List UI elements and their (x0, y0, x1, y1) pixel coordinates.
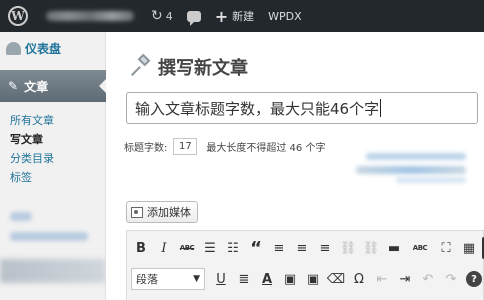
dashboard-icon (6, 42, 21, 55)
toolbar-row-2: 段落 ▼ U ≣ A ▣ ▣ ⌫ Ω ⇤ ⇥ ↶ ↷ ? (131, 268, 484, 290)
clear-formatting-button[interactable]: ⌫ (326, 268, 346, 290)
wordpress-logo-button[interactable]: W (0, 0, 36, 32)
posts-submenu: 所有文章 写文章 分类目录 标签 (10, 111, 54, 187)
title-count-row: 标题字数: 17 最大长度不得超过 46 个字 (124, 138, 325, 155)
title-count-field: 17 (173, 138, 198, 155)
title-count-hint: 最大长度不得超过 46 个字 (206, 143, 326, 154)
admin-sidebar: 仪表盘 ✎ 文章 所有文章 写文章 分类目录 标签 (0, 32, 106, 300)
post-title-input[interactable]: 输入文章标题字数，最大只能46个字 (126, 92, 478, 124)
page-header: 撰写新文章 (130, 53, 248, 80)
page-title: 撰写新文章 (158, 58, 248, 79)
title-count-label: 标题字数: (124, 143, 168, 154)
admin-bar: W ↻ 4 + 新建 WPDX (0, 0, 484, 32)
site-name-blurred[interactable] (46, 11, 134, 21)
blurred-menu-item[interactable] (10, 212, 32, 221)
align-left-button[interactable]: ≡ (269, 237, 289, 259)
unlink-button[interactable]: ⛓ (361, 237, 381, 259)
permalink-blurred[interactable] (356, 153, 466, 185)
add-media-button[interactable]: 添加媒体 (126, 201, 198, 223)
justify-button[interactable]: ≣ (234, 268, 254, 290)
comments-bubble-icon (186, 10, 201, 26)
toolbar-row-1: B I ABC ☰ ☷ “ ≡ ≡ ≡ ⛓ ⛓ ▬ ABC ⛶ ▦ S (131, 237, 484, 259)
spellcheck-button[interactable]: ABC (407, 237, 433, 259)
sidebar-item-label: 仪表盘 (25, 42, 62, 56)
chevron-down-icon: ▼ (193, 274, 200, 284)
format-select[interactable]: 段落 ▼ (131, 268, 205, 290)
blurred-menu-section[interactable] (0, 259, 106, 283)
fullscreen-button[interactable]: ⛶ (436, 237, 456, 259)
plus-icon: + (214, 6, 229, 26)
sidebar-item-posts[interactable]: ✎ 文章 (0, 70, 106, 102)
updates-icon: ↻ (151, 8, 163, 24)
pushpin-icon (130, 53, 152, 79)
wpdx-menu-button[interactable]: WPDX (261, 0, 309, 32)
blurred-menu-item[interactable] (10, 232, 88, 241)
sidebar-item-dashboard[interactable]: 仪表盘 (6, 40, 61, 57)
indent-button[interactable]: ⇥ (395, 268, 415, 290)
post-title-value: 输入文章标题字数，最大只能46个字 (135, 99, 380, 118)
paste-text-button[interactable]: ▣ (280, 268, 300, 290)
bold-button[interactable]: B (131, 237, 151, 259)
submenu-write-post[interactable]: 写文章 (10, 130, 54, 149)
read-more-button[interactable]: ▬ (384, 237, 404, 259)
align-center-button[interactable]: ≡ (292, 237, 312, 259)
updates-button[interactable]: ↻ 4 (144, 0, 180, 32)
add-media-label: 添加媒体 (147, 206, 191, 219)
main-content: 撰写新文章 输入文章标题字数，最大只能46个字 标题字数: 17 最大长度不得超… (106, 32, 484, 300)
wordpress-logo-icon: W (8, 6, 28, 26)
submenu-categories[interactable]: 分类目录 (10, 149, 54, 168)
media-icon (131, 206, 143, 218)
blockquote-button[interactable]: “ (246, 237, 266, 259)
wpdx-label: WPDX (268, 9, 302, 23)
pushpin-icon: ✎ (8, 79, 19, 93)
text-caret (380, 99, 382, 117)
special-character-button[interactable]: Ω (349, 268, 369, 290)
updates-count: 4 (165, 9, 173, 23)
new-label: 新建 (232, 10, 255, 23)
strikethrough-button[interactable]: ABC (177, 237, 197, 259)
undo-button[interactable]: ↶ (418, 268, 438, 290)
submenu-all-posts[interactable]: 所有文章 (10, 111, 54, 130)
toolbar-toggle-button[interactable]: ▦ (459, 237, 479, 259)
new-content-button[interactable]: + 新建 (208, 0, 261, 32)
comments-button[interactable] (180, 0, 208, 32)
outdent-button[interactable]: ⇤ (372, 268, 392, 290)
insert-link-button[interactable]: ⛓ (338, 237, 358, 259)
help-icon: ? (466, 271, 482, 287)
bullet-list-button[interactable]: ☰ (200, 237, 220, 259)
paste-word-button[interactable]: ▣ (303, 268, 323, 290)
align-right-button[interactable]: ≡ (315, 237, 335, 259)
redo-button[interactable]: ↷ (441, 268, 461, 290)
sidebar-item-label: 文章 (24, 79, 49, 94)
editor-toolbar: B I ABC ☰ ☷ “ ≡ ≡ ≡ ⛓ ⛓ ▬ ABC ⛶ ▦ S 段落 ▼… (126, 230, 484, 300)
italic-button[interactable]: I (154, 237, 174, 259)
submenu-tags[interactable]: 标签 (10, 168, 54, 187)
numbered-list-button[interactable]: ☷ (223, 237, 243, 259)
format-select-value: 段落 (136, 273, 158, 286)
underline-button[interactable]: U (211, 268, 231, 290)
help-button[interactable]: ? (464, 268, 484, 290)
text-color-button[interactable]: A (257, 268, 277, 290)
